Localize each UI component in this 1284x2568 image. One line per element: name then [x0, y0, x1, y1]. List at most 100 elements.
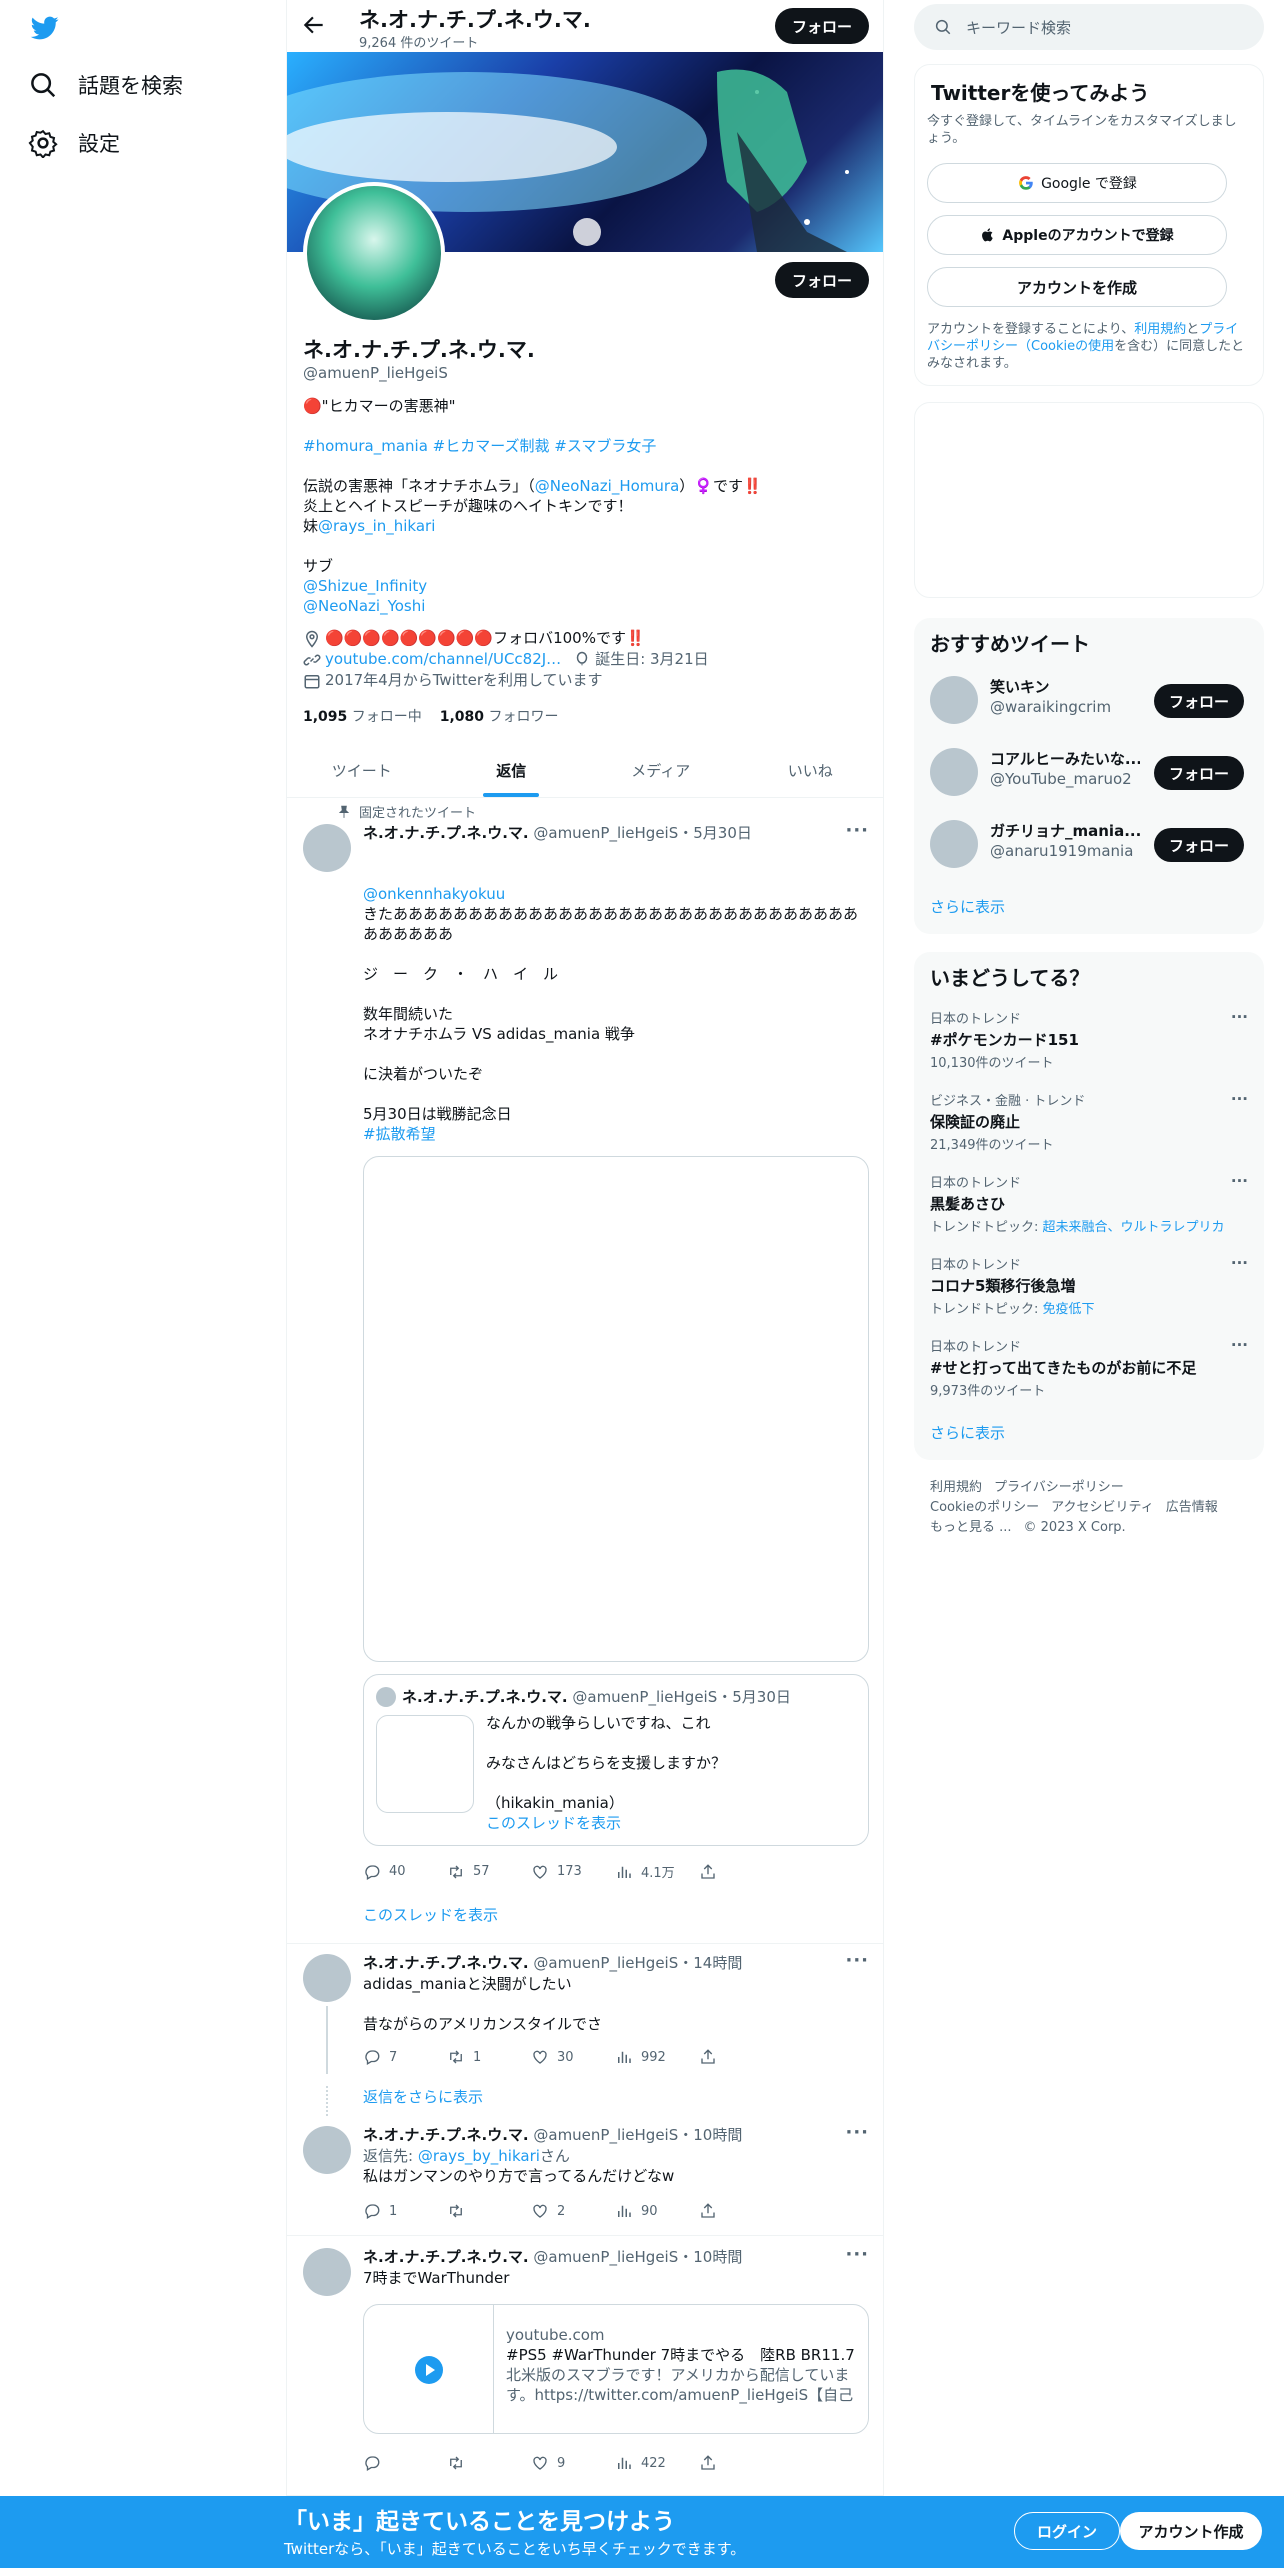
share-button[interactable] — [699, 2202, 783, 2220]
link-card[interactable]: youtube.com #PS5 #WarThunder 7時までやる 陸RB … — [363, 2304, 869, 2434]
profile-website[interactable]: youtube.com/channel/UCc82J… — [325, 649, 561, 670]
bio-link[interactable]: @rays_in_hikari — [318, 517, 435, 535]
trend-item[interactable]: 日本のトレンド 黒髪あさひ トレンドトピック: 超未来融合、ウルトラレプリカ ·… — [930, 1172, 1248, 1235]
search-input[interactable]: キーワード検索 — [966, 17, 1071, 38]
footer-link[interactable]: Cookieのポリシー — [930, 1500, 1039, 1515]
login-button[interactable]: ログイン — [1014, 2512, 1120, 2550]
footer-link[interactable]: もっと見る ... — [930, 1520, 1012, 1535]
quote-thread-link[interactable]: このスレッドを表示 — [486, 1813, 856, 1833]
tweet-handle[interactable]: @amuenP_lieHgeiS — [533, 824, 678, 842]
retweet-button[interactable] — [447, 2454, 531, 2472]
apple-signup-button[interactable]: Appleのアカウントで登録 — [927, 215, 1227, 255]
bio-link[interactable]: @Shizue_Infinity — [303, 576, 863, 596]
views-button[interactable]: 90 — [615, 2202, 699, 2220]
nav-explore[interactable]: 話題を検索 — [28, 70, 183, 100]
rec-follow-button[interactable]: フォロー — [1154, 756, 1244, 790]
trend-item[interactable]: 日本のトレンド コロナ5類移行後急増 トレンドトピック: 免疫低下 ··· — [930, 1254, 1248, 1317]
avatar[interactable] — [303, 824, 351, 872]
following-link[interactable]: 1,095 フォロー中 — [303, 706, 422, 726]
nav-settings[interactable]: 設定 — [28, 128, 120, 158]
retweet-button[interactable] — [447, 2202, 531, 2220]
trends-show-more[interactable]: さらに表示 — [930, 1422, 1005, 1443]
tweet-hashtag[interactable]: #拡散希望 — [363, 1124, 869, 1144]
avatar[interactable] — [303, 2248, 351, 2296]
tweet-time[interactable]: ・5月30日 — [678, 824, 752, 842]
tweet[interactable]: ネ.オ.ナ.チ.プ.ネ.ウ.マ. @amuenP_lieHgeiS・10時間 ·… — [287, 2116, 883, 2236]
retweet-button[interactable]: 1 — [447, 2048, 531, 2066]
tweet[interactable]: ネ.オ.ナ.チ.プ.ネ.ウ.マ. @amuenP_lieHgeiS・10時間 ·… — [287, 2236, 883, 2496]
views-button[interactable]: 4.1万 — [615, 1862, 699, 1881]
retweet-icon — [450, 2204, 462, 2218]
more-icon[interactable]: ··· — [845, 2244, 869, 2265]
bio-link[interactable]: @NeoNazi_Homura — [535, 477, 680, 495]
tab-media[interactable]: メディア — [586, 744, 736, 797]
like-button[interactable]: 9 — [531, 2454, 615, 2472]
tweet-mention[interactable]: @onkennhakyokuu — [363, 884, 869, 904]
search-box[interactable]: キーワード検索 — [914, 4, 1264, 50]
quoted-tweet[interactable]: ネ.オ.ナ.チ.プ.ネ.ウ.マ. @amuenP_lieHgeiS・5月30日 … — [363, 1674, 869, 1846]
profile-location: 🔴🔴🔴🔴🔴🔴🔴🔴🔴フォロバ100%です‼️ — [303, 628, 863, 649]
trend-item[interactable]: 日本のトレンド #ポケモンカード151 10,130件のツイート ··· — [930, 1008, 1248, 1071]
tab-replies[interactable]: 返信 — [437, 744, 587, 797]
tweet-media[interactable] — [363, 1156, 869, 1662]
terms-link[interactable]: 利用規約 — [1134, 322, 1186, 337]
share-button[interactable] — [699, 2048, 783, 2066]
rec-item[interactable]: 笑いキン @waraikingcrim フォロー — [930, 670, 1248, 730]
tweet[interactable]: ネ.オ.ナ.チ.プ.ネ.ウ.マ. @amuenP_lieHgeiS・14時間 ·… — [287, 1944, 883, 2116]
more-icon[interactable]: ··· — [1231, 1172, 1248, 1190]
rec-item[interactable]: コアルヒーみたいな... @YouTube_maruo2 フォロー — [930, 742, 1248, 802]
avatar[interactable] — [303, 1954, 351, 2002]
like-button[interactable]: 30 — [531, 2048, 615, 2066]
followers-link[interactable]: 1,080 フォロワー — [440, 706, 559, 726]
rec-follow-button[interactable]: フォロー — [1154, 684, 1244, 718]
footer-link[interactable]: 広告情報 — [1166, 1500, 1218, 1515]
tweet-pinned[interactable]: 固定されたツイート ネ.オ.ナ.チ.プ.ネ.ウ.マ. @amuenP_lieHg… — [287, 798, 883, 1944]
share-button[interactable] — [699, 2454, 783, 2472]
show-more-replies-link[interactable]: 返信をさらに表示 — [363, 2086, 483, 2107]
bio-line: 炎上とヘイトスピーチが趣味のヘイトキンです！ — [303, 497, 633, 515]
google-signup-button[interactable]: Google で登録 — [927, 163, 1227, 203]
footer-link[interactable]: プライバシーポリシー — [994, 1480, 1124, 1495]
reply-button[interactable]: 1 — [363, 2202, 447, 2220]
trend-item[interactable]: ビジネス・金融 · トレンド 保険証の廃止 21,349件のツイート ··· — [930, 1090, 1248, 1153]
tweet-author[interactable]: ネ.オ.ナ.チ.プ.ネ.ウ.マ. — [363, 824, 529, 842]
reply-button[interactable]: 40 — [363, 1862, 447, 1881]
tab-likes[interactable]: いいね — [736, 744, 884, 797]
signup-button[interactable]: アカウント作成 — [1120, 2512, 1262, 2550]
bio-link[interactable]: @NeoNazi_Yoshi — [303, 596, 863, 616]
retweet-button[interactable]: 57 — [447, 1862, 531, 1881]
more-icon[interactable]: ··· — [1231, 1090, 1248, 1108]
more-icon[interactable]: ··· — [845, 1950, 869, 1971]
twitter-bird-icon[interactable] — [28, 14, 62, 42]
footer-link[interactable]: 利用規約 — [930, 1480, 982, 1495]
show-thread-link[interactable]: このスレッドを表示 — [363, 1904, 498, 1925]
more-icon[interactable]: ··· — [1231, 1336, 1248, 1354]
rec-show-more[interactable]: さらに表示 — [930, 896, 1005, 917]
like-button[interactable]: 173 — [531, 1862, 615, 1881]
rec-item[interactable]: ガチリョナ_mania... @anaru1919mania フォロー — [930, 814, 1248, 874]
more-icon[interactable]: ··· — [845, 820, 869, 841]
tab-tweets[interactable]: ツイート — [287, 744, 437, 797]
more-icon[interactable]: ··· — [1231, 1008, 1248, 1026]
trend-item[interactable]: 日本のトレンド #せと打って出てきたものがお前に不足 9,973件のツイート ·… — [930, 1336, 1248, 1399]
views-button[interactable]: 992 — [615, 2048, 699, 2066]
like-button[interactable]: 2 — [531, 2202, 615, 2220]
share-button[interactable] — [699, 1862, 783, 1881]
reply-button[interactable] — [363, 2454, 447, 2472]
signup-sub: 今すぐ登録して、タイムラインをカスタマイズしましょう。 — [927, 114, 1237, 146]
bio-hashtags[interactable]: #homura_mania #ヒカマーズ制裁 #スマブラ女子 — [303, 436, 863, 456]
rec-follow-button[interactable]: フォロー — [1154, 828, 1244, 862]
footer-link[interactable]: アクセシビリティ — [1051, 1500, 1154, 1515]
reply-to-link[interactable]: @rays_by_hikari — [418, 2147, 540, 2165]
trends-card: いまどうしてる？ 日本のトレンド #ポケモンカード151 10,130件のツイー… — [914, 952, 1264, 1460]
more-icon[interactable]: ··· — [845, 2122, 869, 2143]
create-account-button[interactable]: アカウントを作成 — [927, 267, 1227, 307]
header-follow-button[interactable]: フォロー — [775, 8, 869, 44]
views-button[interactable]: 422 — [615, 2454, 699, 2472]
avatar[interactable] — [303, 2126, 351, 2174]
profile-follow-button[interactable]: フォロー — [775, 262, 869, 298]
profile-avatar[interactable] — [303, 182, 445, 324]
more-icon[interactable]: ··· — [1231, 1254, 1248, 1272]
back-arrow-icon[interactable] — [301, 12, 327, 38]
reply-button[interactable]: 7 — [363, 2048, 447, 2066]
